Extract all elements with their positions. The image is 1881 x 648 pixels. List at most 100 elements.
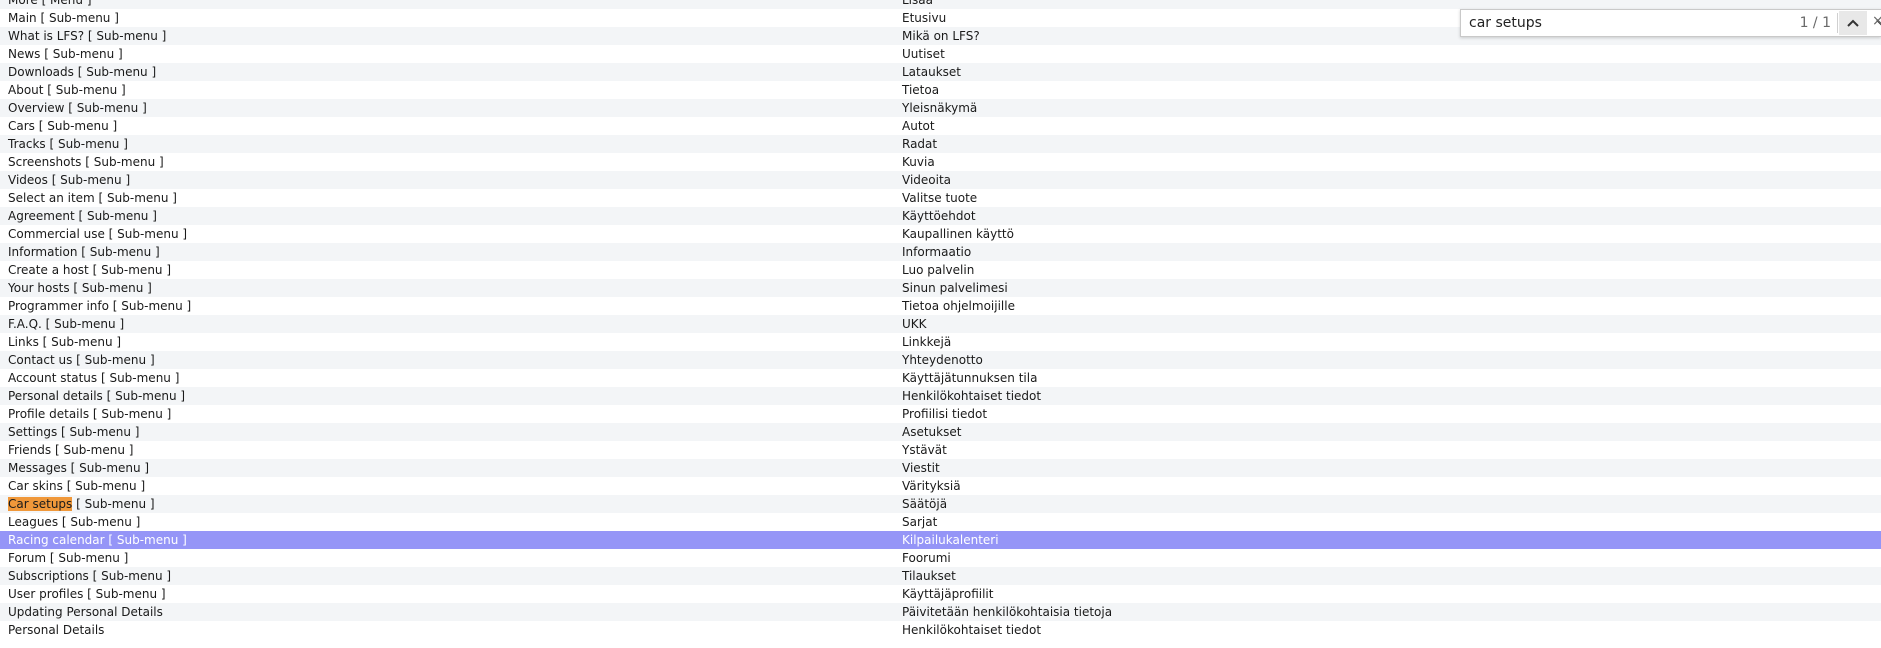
english-label: Leagues [ Sub-menu ] xyxy=(8,515,141,529)
translation-table: More [ Menu ] Lisää Main [ Sub-menu ] Et… xyxy=(0,0,1881,639)
english-label: Videos [ Sub-menu ] xyxy=(8,173,131,187)
find-in-page-bar: 1 / 1 xyxy=(1460,9,1881,37)
finnish-label: Sarjat xyxy=(902,515,938,529)
english-label: Contact us [ Sub-menu ] xyxy=(8,353,155,367)
table-row: Overview [ Sub-menu ] Yleisnäkymä xyxy=(0,99,1881,117)
table-row: Car skins [ Sub-menu ] Värityksiä xyxy=(0,477,1881,495)
english-label: Subscriptions [ Sub-menu ] xyxy=(8,569,172,583)
english-label: Personal Details xyxy=(8,623,105,637)
english-label: Commercial use [ Sub-menu ] xyxy=(8,227,188,241)
english-label: Personal details [ Sub-menu ] xyxy=(8,389,186,403)
finnish-label: UKK xyxy=(902,317,927,331)
finnish-label: Asetukset xyxy=(902,425,962,439)
table-row: Agreement [ Sub-menu ] Käyttöehdot xyxy=(0,207,1881,225)
table-row: Your hosts [ Sub-menu ] Sinun palvelimes… xyxy=(0,279,1881,297)
english-label: Links [ Sub-menu ] xyxy=(8,335,122,349)
table-row: Information [ Sub-menu ] Informaatio xyxy=(0,243,1881,261)
english-label: Profile details [ Sub-menu ] xyxy=(8,407,172,421)
find-close-icon[interactable]: × xyxy=(1872,14,1881,28)
table-row: Downloads [ Sub-menu ] Lataukset xyxy=(0,63,1881,81)
english-label: Friends [ Sub-menu ] xyxy=(8,443,134,457)
table-row: Personal details [ Sub-menu ] Henkilökoh… xyxy=(0,387,1881,405)
english-label: Racing calendar [ Sub-menu ] xyxy=(8,533,187,547)
table-row: More [ Menu ] Lisää xyxy=(0,0,1881,9)
finnish-label: Henkilökohtaiset tiedot xyxy=(902,389,1042,403)
finnish-label: Yhteydenotto xyxy=(902,353,983,367)
english-label: Information [ Sub-menu ] xyxy=(8,245,160,259)
finnish-label: Päivitetään henkilökohtaisia tietoja xyxy=(902,605,1113,619)
english-label: Forum [ Sub-menu ] xyxy=(8,551,129,565)
finnish-label: Lisää xyxy=(902,0,933,7)
table-row: Subscriptions [ Sub-menu ] Tilaukset xyxy=(0,567,1881,585)
english-label: Cars [ Sub-menu ] xyxy=(8,119,118,133)
finnish-label: Tietoa ohjelmoijille xyxy=(902,299,1015,313)
english-label: Downloads [ Sub-menu ] xyxy=(8,65,157,79)
table-row: Screenshots [ Sub-menu ] Kuvia xyxy=(0,153,1881,171)
finnish-label: Autot xyxy=(902,119,935,133)
table-row: Forum [ Sub-menu ] Foorumi xyxy=(0,549,1881,567)
english-label: Settings [ Sub-menu ] xyxy=(8,425,140,439)
table-row: Friends [ Sub-menu ] Ystävät xyxy=(0,441,1881,459)
english-label: Select an item [ Sub-menu ] xyxy=(8,191,177,205)
english-label: Car setups [ Sub-menu ] xyxy=(8,497,155,511)
finnish-label: Radat xyxy=(902,137,938,151)
find-input[interactable] xyxy=(1469,14,1719,32)
english-label: F.A.Q. [ Sub-menu ] xyxy=(8,317,125,331)
finnish-label: Säätöjä xyxy=(902,497,948,511)
table-row: Links [ Sub-menu ] Linkkejä xyxy=(0,333,1881,351)
finnish-label: Videoita xyxy=(902,173,952,187)
finnish-label: Kuvia xyxy=(902,155,935,169)
table-row: Create a host [ Sub-menu ] Luo palvelin xyxy=(0,261,1881,279)
table-row: Tracks [ Sub-menu ] Radat xyxy=(0,135,1881,153)
english-label: What is LFS? [ Sub-menu ] xyxy=(8,29,167,43)
table-row-selected: Racing calendar [ Sub-menu ] Kilpailukal… xyxy=(0,531,1881,549)
english-label: About [ Sub-menu ] xyxy=(8,83,126,97)
table-row: Select an item [ Sub-menu ] Valitse tuot… xyxy=(0,189,1881,207)
finnish-label: Tilaukset xyxy=(902,569,956,583)
english-label: Updating Personal Details xyxy=(8,605,163,619)
finnish-label: Lataukset xyxy=(902,65,961,79)
table-row: Videos [ Sub-menu ] Videoita xyxy=(0,171,1881,189)
english-label: Account status [ Sub-menu ] xyxy=(8,371,180,385)
english-label: User profiles [ Sub-menu ] xyxy=(8,587,166,601)
table-row: Messages [ Sub-menu ] Viestit xyxy=(0,459,1881,477)
table-row: User profiles [ Sub-menu ] Käyttäjäprofi… xyxy=(0,585,1881,603)
english-label: Overview [ Sub-menu ] xyxy=(8,101,147,115)
finnish-label: Käyttäjäprofiilit xyxy=(902,587,994,601)
table-row: Account status [ Sub-menu ] Käyttäjätunn… xyxy=(0,369,1881,387)
table-row: About [ Sub-menu ] Tietoa xyxy=(0,81,1881,99)
finnish-label: Uutiset xyxy=(902,47,945,61)
finnish-label: Kilpailukalenteri xyxy=(902,533,999,547)
english-label: Car skins [ Sub-menu ] xyxy=(8,479,146,493)
finnish-label: Valitse tuote xyxy=(902,191,978,205)
finnish-label: Käyttöehdot xyxy=(902,209,976,223)
finnish-label: Foorumi xyxy=(902,551,951,565)
finnish-label: Mikä on LFS? xyxy=(902,29,980,43)
table-row: Contact us [ Sub-menu ] Yhteydenotto xyxy=(0,351,1881,369)
english-label: Main [ Sub-menu ] xyxy=(8,11,119,25)
finnish-label: Sinun palvelimesi xyxy=(902,281,1008,295)
finnish-label: Ystävät xyxy=(902,443,947,457)
english-label: Create a host [ Sub-menu ] xyxy=(8,263,172,277)
table-row: Profile details [ Sub-menu ] Profiilisi … xyxy=(0,405,1881,423)
finnish-label: Yleisnäkymä xyxy=(902,101,978,115)
finnish-label: Informaatio xyxy=(902,245,972,259)
find-divider xyxy=(1837,13,1838,33)
find-previous-button[interactable] xyxy=(1839,11,1867,35)
english-label: Tracks [ Sub-menu ] xyxy=(8,137,128,151)
table-row: Updating Personal Details Päivitetään he… xyxy=(0,603,1881,621)
finnish-label: Linkkejä xyxy=(902,335,952,349)
table-row: Settings [ Sub-menu ] Asetukset xyxy=(0,423,1881,441)
table-row: Cars [ Sub-menu ] Autot xyxy=(0,117,1881,135)
finnish-label: Henkilökohtaiset tiedot xyxy=(902,623,1042,637)
finnish-label: Käyttäjätunnuksen tila xyxy=(902,371,1038,385)
finnish-label: Värityksiä xyxy=(902,479,961,493)
table-row: News [ Sub-menu ] Uutiset xyxy=(0,45,1881,63)
english-label: Screenshots [ Sub-menu ] xyxy=(8,155,164,169)
finnish-label: Profiilisi tiedot xyxy=(902,407,988,421)
table-row: Commercial use [ Sub-menu ] Kaupallinen … xyxy=(0,225,1881,243)
english-label: News [ Sub-menu ] xyxy=(8,47,123,61)
find-match-count: 1 / 1 xyxy=(1799,15,1831,31)
english-label: More [ Menu ] xyxy=(8,0,92,7)
finnish-label: Tietoa xyxy=(902,83,940,97)
